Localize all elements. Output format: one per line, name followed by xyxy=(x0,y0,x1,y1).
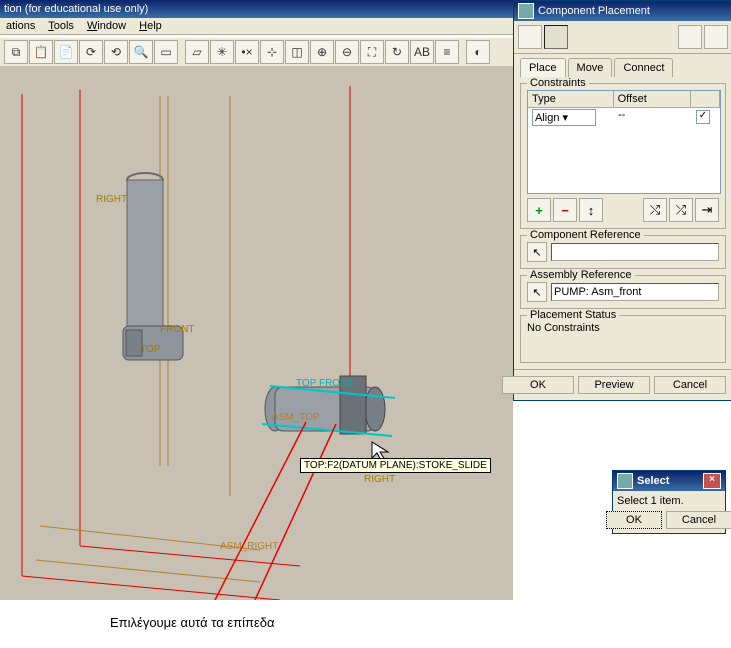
select-cancel-button[interactable]: Cancel xyxy=(666,511,731,529)
tool-shade-icon[interactable]: ◐ xyxy=(466,40,490,64)
orient-button[interactable]: ⤮ xyxy=(669,198,693,222)
dialog-toolbar xyxy=(514,21,731,54)
coincident-button[interactable]: ⇥ xyxy=(695,198,719,222)
tool-regen-icon[interactable]: ⟳ xyxy=(79,40,103,64)
label-right2: RIGHT xyxy=(364,474,395,485)
menu-window[interactable]: Window xyxy=(87,20,126,32)
tab-place[interactable]: Place xyxy=(520,58,566,77)
add-constraint-button[interactable]: + xyxy=(527,198,551,222)
tool-zoomin-icon[interactable]: ⊕ xyxy=(310,40,334,64)
label-right: RIGHT xyxy=(96,194,127,205)
menu-ations[interactable]: ations xyxy=(6,20,35,32)
tool-clip-icon[interactable]: 📄 xyxy=(54,40,78,64)
tool-layers-icon[interactable]: ≡ xyxy=(435,40,459,64)
col-type[interactable]: Type xyxy=(528,91,614,107)
tool-fit-icon[interactable]: ⛶ xyxy=(360,40,384,64)
dlg-tool-open2-icon[interactable] xyxy=(704,25,728,49)
tool-regen2-icon[interactable]: ⟲ xyxy=(104,40,128,64)
col-offset[interactable]: Offset xyxy=(614,91,692,107)
pick-comp-ref-button[interactable]: ↖ xyxy=(527,242,547,262)
close-icon[interactable]: × xyxy=(703,473,721,489)
menu-bar: ations TToolsools Window Help xyxy=(0,18,525,35)
component-placement-dialog: Component Placement Place Move Connect C… xyxy=(513,0,731,401)
tool-copy-icon[interactable]: ⧉ xyxy=(4,40,28,64)
tab-connect[interactable]: Connect xyxy=(614,58,673,77)
tool-paste-icon[interactable]: 📋 xyxy=(29,40,53,64)
asm-ref-input[interactable] xyxy=(551,283,719,301)
model-canvas xyxy=(0,66,513,600)
asm-ref-legend: Assembly Reference xyxy=(527,269,635,281)
datum-tooltip: TOP:F2(DATUM PLANE):STOKE_SLIDE xyxy=(300,458,491,473)
select-message: Select 1 item. xyxy=(617,495,721,507)
tool-orient-icon[interactable]: ↻ xyxy=(385,40,409,64)
label-asm-right: ASM_RIGHT xyxy=(220,541,278,552)
comp-ref-input[interactable] xyxy=(551,243,719,261)
status-legend: Placement Status xyxy=(527,309,619,321)
dialog-title: Component Placement xyxy=(538,5,650,17)
graphics-viewport[interactable]: RIGHT FRONT TOP TOP FRONT ASM_TOP RIGHT … xyxy=(0,66,513,600)
placement-status-group: Placement Status No Constraints xyxy=(520,315,726,363)
menu-tools[interactable]: TToolsools xyxy=(48,20,74,32)
preview-button[interactable]: Preview xyxy=(578,376,650,394)
tool-csys-icon[interactable]: ⊹ xyxy=(260,40,284,64)
type-select[interactable]: Align ▾ xyxy=(532,109,596,126)
cancel-button[interactable]: Cancel xyxy=(654,376,726,394)
tool-annex-icon[interactable]: AB xyxy=(410,40,434,64)
label-top-front: TOP FRONT xyxy=(296,378,353,389)
select-ok-button[interactable]: OK xyxy=(606,511,662,529)
pick-asm-ref-button[interactable]: ↖ xyxy=(527,282,547,302)
dialog-tabs: Place Move Connect xyxy=(514,54,731,77)
ok-button[interactable]: OK xyxy=(502,376,574,394)
assembly-reference-group: Assembly Reference ↖ xyxy=(520,275,726,309)
label-front: FRONT xyxy=(160,324,194,335)
select-dialog: Select × Select 1 item. OK Cancel xyxy=(612,470,726,534)
dlg-tool-open-icon[interactable] xyxy=(678,25,702,49)
tool-sel-icon[interactable]: ▭ xyxy=(154,40,178,64)
offset-cell[interactable]: -- xyxy=(614,108,692,127)
menu-help[interactable]: Help xyxy=(139,20,162,32)
flip-button[interactable]: ⤭ xyxy=(643,198,667,222)
select-dialog-icon xyxy=(617,473,633,489)
annotation-caption: Επιλέγουμε αυτά τα επίπεδα xyxy=(110,615,275,630)
tool-datum-plane-icon[interactable]: ▱ xyxy=(185,40,209,64)
tool-axis-icon[interactable]: ✳ xyxy=(210,40,234,64)
status-text: No Constraints xyxy=(527,322,719,334)
row-checkbox[interactable]: ✓ xyxy=(696,110,710,124)
tab-move[interactable]: Move xyxy=(568,58,613,77)
dialog-icon xyxy=(518,3,534,19)
table-row[interactable]: Align ▾ -- ✓ xyxy=(528,108,720,127)
dlg-tool-1-icon[interactable] xyxy=(518,25,542,49)
tool-zoomout-icon[interactable]: ⊖ xyxy=(335,40,359,64)
main-title-bar: tion (for educational use only) xyxy=(0,0,517,18)
component-reference-group: Component Reference ↖ xyxy=(520,235,726,269)
dlg-tool-2-icon[interactable] xyxy=(544,25,568,49)
tool-find-icon[interactable]: 🔍 xyxy=(129,40,153,64)
constraints-legend: Constraints xyxy=(527,77,589,89)
comp-ref-legend: Component Reference xyxy=(527,229,644,241)
label-top: TOP xyxy=(140,344,160,355)
constraints-group: Constraints Type Offset Align ▾ -- ✓ + −… xyxy=(520,83,726,229)
tool-view-icon[interactable]: ◫ xyxy=(285,40,309,64)
tool-point-icon[interactable]: •× xyxy=(235,40,259,64)
label-asm-top: ASM_TOP xyxy=(272,412,320,423)
select-title-bar[interactable]: Select × xyxy=(613,471,725,491)
select-title: Select xyxy=(637,475,669,487)
dialog-title-bar[interactable]: Component Placement xyxy=(514,1,731,21)
main-toolbar: ⧉ 📋 📄 ⟳ ⟲ 🔍 ▭ ▱ ✳ •× ⊹ ◫ ⊕ ⊖ ⛶ ↻ AB ≡ ◐ xyxy=(0,38,517,67)
constraints-table[interactable]: Type Offset Align ▾ -- ✓ xyxy=(527,90,721,194)
reorder-button[interactable]: ↕ xyxy=(579,198,603,222)
remove-constraint-button[interactable]: − xyxy=(553,198,577,222)
col-check[interactable] xyxy=(691,91,720,107)
